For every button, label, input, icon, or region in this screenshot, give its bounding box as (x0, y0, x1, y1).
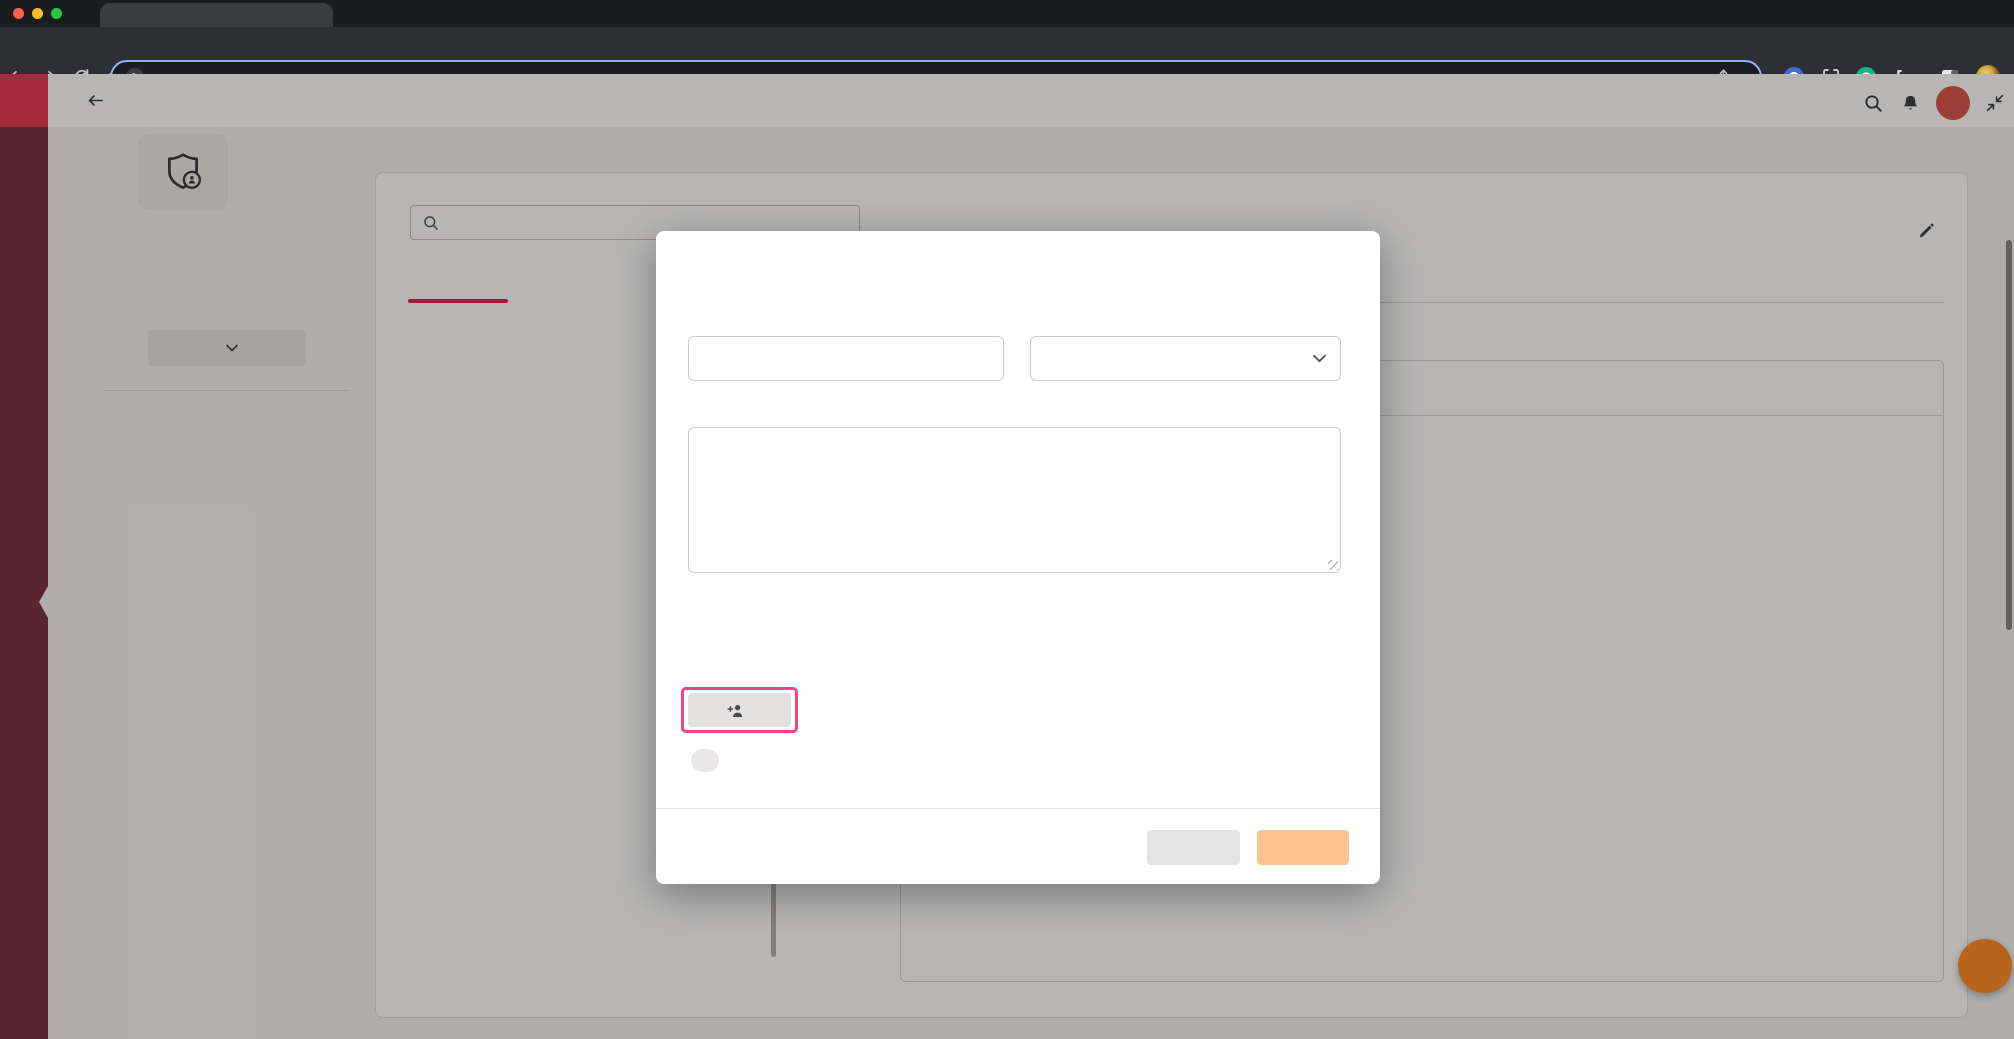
modal-members-avatars[interactable] (809, 690, 939, 732)
window-zoom-button[interactable] (51, 8, 62, 19)
window-scrollbar[interactable] (2006, 240, 2012, 630)
browser-tab-bar (0, 0, 2014, 27)
group-name-label (688, 311, 690, 326)
cancel-button[interactable] (1147, 830, 1240, 865)
window-minimize-button[interactable] (32, 8, 43, 19)
group-name-field-wrap (688, 336, 1004, 381)
tags-select[interactable] (1030, 336, 1341, 381)
chevron-down-icon (1313, 354, 1326, 363)
group-name-input[interactable] (689, 337, 1003, 380)
resize-grip-icon[interactable] (1328, 560, 1338, 570)
screenshot-root: G (0, 0, 2014, 1039)
edit-members-button[interactable] (688, 693, 791, 727)
add-person-icon (727, 702, 745, 719)
edit-details-modal (656, 231, 1380, 884)
browser-tab[interactable] (100, 3, 333, 27)
edit-members-highlight (681, 687, 798, 733)
condition-chip (691, 749, 719, 772)
modal-footer-divider (656, 808, 1380, 809)
description-textarea-wrap (688, 427, 1341, 573)
description-textarea[interactable] (689, 428, 1340, 572)
window-close-button[interactable] (13, 8, 24, 19)
save-button[interactable] (1257, 830, 1349, 865)
browser-toolbar: G (0, 27, 2014, 74)
